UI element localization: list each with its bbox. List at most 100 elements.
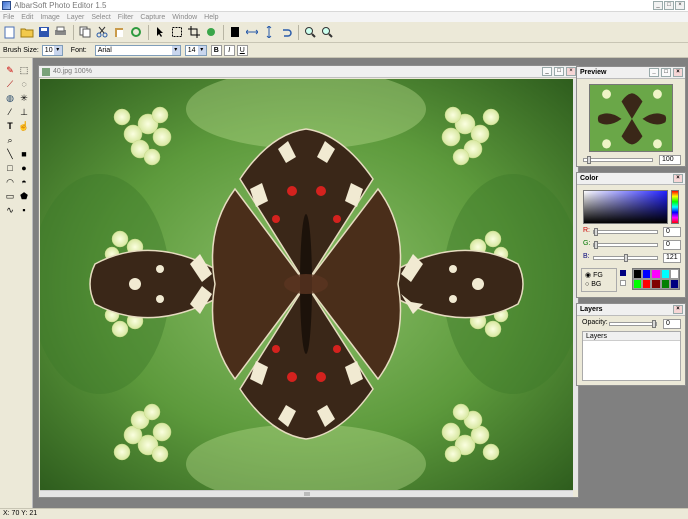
r-value-input[interactable]: 0 [663,227,681,237]
filled-ellipse-icon[interactable]: ● [18,162,30,174]
g-value-input[interactable]: 0 [663,240,681,250]
scrollbar-thumb[interactable] [304,492,310,496]
rotate-icon[interactable] [203,25,218,40]
eraser-icon[interactable]: ▪ [18,204,30,216]
horizontal-scrollbar[interactable] [40,490,573,497]
color-swatch[interactable] [633,279,643,289]
brush-size-select[interactable]: 10 ▾ [41,44,63,56]
pointer-icon[interactable] [152,25,167,40]
hue-slider[interactable] [671,190,679,224]
menu-image[interactable]: Image [40,14,59,21]
print-icon[interactable] [53,25,68,40]
crop-icon[interactable] [186,25,201,40]
color-picker-field[interactable] [583,190,668,224]
r-slider[interactable] [593,228,658,236]
preview-thumbnail[interactable] [589,84,673,152]
rect-select-icon[interactable]: ⬚ [18,64,30,76]
g-slider[interactable] [593,241,658,249]
slider-thumb[interactable] [587,156,591,164]
preview-zoom-slider[interactable] [583,156,653,164]
lasso-icon[interactable]: ◌ [18,78,30,90]
color-swatch[interactable] [660,279,670,289]
opacity-slider[interactable] [609,320,657,328]
menu-layer[interactable]: Layer [67,14,85,21]
magic-wand-icon[interactable]: ✳ [18,92,30,104]
zoom-out-icon[interactable] [319,25,334,40]
minimize-button[interactable]: _ [653,1,663,10]
curve-icon[interactable]: ∿ [4,204,16,216]
close-button[interactable]: × [675,1,685,10]
menu-capture[interactable]: Capture [140,14,165,21]
color-swatch[interactable] [669,269,679,279]
slider-thumb[interactable] [652,320,656,328]
fill-bucket-icon[interactable]: ◍ [4,92,16,104]
zoom-in-icon[interactable] [302,25,317,40]
black-square-icon[interactable] [227,25,242,40]
bold-button[interactable]: B [210,44,222,56]
menu-window[interactable]: Window [172,14,197,21]
rounded-rect-icon[interactable]: ▭ [4,190,16,202]
clone-stamp-icon[interactable]: ⊥ [18,106,30,118]
italic-button[interactable]: I [223,44,235,56]
refresh-icon[interactable] [128,25,143,40]
color-swatch[interactable] [651,269,661,279]
preview-zoom-value[interactable]: 100 [659,155,681,165]
bg-radio[interactable]: ○ BG [585,281,601,288]
save-icon[interactable] [36,25,51,40]
menu-help[interactable]: Help [204,14,218,21]
filled-rect-icon[interactable]: ■ [18,148,30,160]
close-button[interactable]: × [566,67,576,76]
marquee-select-icon[interactable] [169,25,184,40]
close-button[interactable]: × [673,68,683,77]
image-canvas[interactable] [40,79,573,490]
minimize-button[interactable]: _ [542,67,552,76]
color-swatch[interactable] [642,279,652,289]
slider-thumb[interactable] [624,254,628,262]
fg-radio[interactable]: ◉ FG [585,271,603,279]
flip-horizontal-icon[interactable] [244,25,259,40]
rectangle-icon[interactable]: □ [4,162,16,174]
arc-icon[interactable]: ◠ [4,176,16,188]
fg-color-swatch[interactable] [620,270,626,276]
smudge-icon[interactable]: ☝ [18,120,30,132]
color-swatch[interactable] [651,279,661,289]
color-swatch[interactable] [660,269,670,279]
eyedropper-icon[interactable]: ⁄ [4,106,16,118]
copy-icon[interactable] [77,25,92,40]
paste-icon[interactable] [111,25,126,40]
opacity-value-input[interactable]: 0 [663,319,681,329]
font-select[interactable]: Arial ▾ [94,44,181,56]
new-file-icon[interactable] [2,25,17,40]
slider-thumb[interactable] [594,241,598,249]
pencil-icon[interactable]: ✎ [4,64,16,76]
brush-icon[interactable]: ⟋ [4,78,16,90]
font-size-select[interactable]: 14 ▾ [184,44,207,56]
color-swatch[interactable] [633,269,643,279]
zoom-tool-icon[interactable]: ⌕ [4,134,16,146]
close-button[interactable]: × [673,305,683,314]
open-folder-icon[interactable] [19,25,34,40]
b-slider[interactable] [593,254,658,262]
polygon-icon[interactable]: ⬟ [18,190,30,202]
close-button[interactable]: × [673,174,683,183]
undo-icon[interactable] [278,25,293,40]
text-tool-icon[interactable]: T [4,120,16,132]
menu-select[interactable]: Select [91,14,110,21]
menu-filter[interactable]: Filter [118,14,134,21]
slider-thumb[interactable] [594,228,598,236]
color-swatch[interactable] [669,279,679,289]
flip-vertical-icon[interactable] [261,25,276,40]
b-value-input[interactable]: 121 [663,253,681,263]
cut-icon[interactable] [94,25,109,40]
filled-arc-icon[interactable]: ◓ [18,176,30,188]
maximize-button[interactable]: □ [664,1,674,10]
menu-edit[interactable]: Edit [21,14,33,21]
minimize-button[interactable]: _ [649,68,659,77]
menu-file[interactable]: File [3,14,14,21]
color-swatch[interactable] [642,269,652,279]
underline-button[interactable]: U [236,44,248,56]
maximize-button[interactable]: □ [554,67,564,76]
layers-list[interactable]: Layers [582,331,681,381]
maximize-button[interactable]: □ [661,68,671,77]
bg-color-swatch[interactable] [620,280,626,286]
